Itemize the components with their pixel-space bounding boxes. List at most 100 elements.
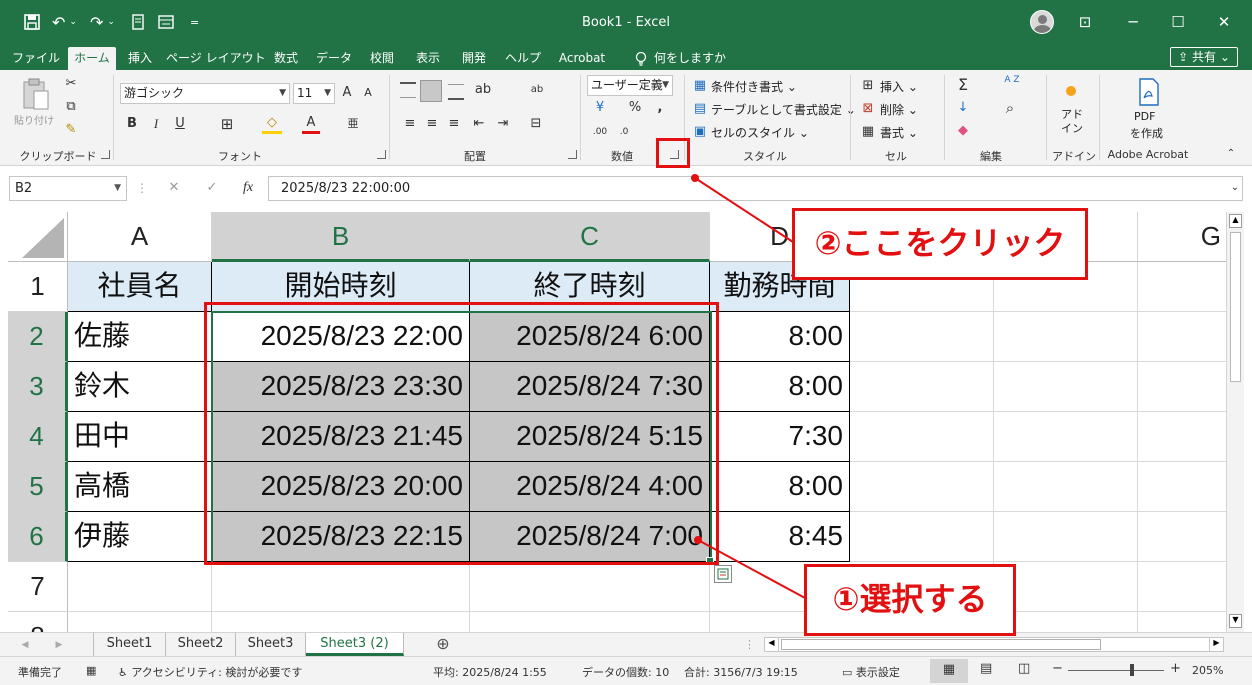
column-header-a[interactable]: A [68, 212, 212, 262]
sort-filter-icon[interactable]: A Z [1000, 75, 1024, 85]
middle-align-icon[interactable] [420, 80, 442, 102]
row-header-2[interactable]: 2 [8, 312, 68, 362]
format-as-table-icon[interactable]: ▤ [692, 99, 708, 119]
bottom-align-icon[interactable] [448, 84, 464, 100]
orientation-icon[interactable]: ab [472, 80, 494, 100]
fill-color-icon[interactable]: ◇ [262, 114, 282, 134]
cell-a6[interactable]: 伊藤 [68, 512, 212, 562]
increase-decimal-icon[interactable]: .00 [590, 122, 610, 142]
font-size-combo[interactable]: 11 ▼ [293, 83, 335, 104]
prev-sheet-icon[interactable]: ◀ [18, 635, 32, 655]
percent-icon[interactable]: % [627, 98, 643, 118]
format-cells-icon[interactable]: ▦ [860, 122, 876, 142]
macro-record-icon[interactable]: ▦ [86, 664, 96, 677]
grow-font-icon[interactable]: A [339, 83, 355, 103]
number-format-combo[interactable]: ユーザー定義 ▼ [587, 75, 673, 96]
display-settings-button[interactable]: ▭ 表示設定 [842, 664, 900, 680]
tab-review[interactable]: 校閲 [362, 47, 402, 70]
sheet-tab-sheet2[interactable]: Sheet2 [166, 633, 236, 656]
copy-icon[interactable]: ⧉ [62, 97, 80, 117]
close-icon[interactable]: ✕ [1212, 10, 1236, 34]
create-pdf-label[interactable]: を作成 [1130, 125, 1163, 141]
tab-file[interactable]: ファイル [10, 47, 62, 70]
cell-a4[interactable]: 田中 [68, 412, 212, 462]
tab-page-layout[interactable]: ページ レイアウト [166, 47, 266, 70]
decrease-decimal-icon[interactable]: .0 [614, 122, 634, 142]
cell-a2[interactable]: 佐藤 [68, 312, 212, 362]
italic-icon[interactable]: I [148, 114, 164, 134]
cell-d5[interactable]: 8:00 [710, 462, 850, 512]
find-select-icon[interactable]: ⌕ [1000, 98, 1020, 118]
row-header-1[interactable]: 1 [8, 262, 68, 312]
tab-view[interactable]: 表示 [408, 47, 448, 70]
scroll-right-icon[interactable]: ▶ [1209, 638, 1223, 651]
sheet-tab-sheet1[interactable]: Sheet1 [94, 633, 166, 656]
maximize-icon[interactable]: ☐ [1166, 10, 1190, 34]
cancel-icon[interactable]: ✕ [164, 178, 184, 198]
font-color-icon[interactable]: A [302, 114, 320, 134]
tab-help[interactable]: ヘルプ [500, 47, 546, 70]
delete-cells-button[interactable]: 削除 ⌄ [880, 101, 918, 118]
addins-icon[interactable] [1066, 86, 1076, 96]
cell-styles-button[interactable]: セルのスタイル ⌄ [711, 124, 809, 141]
select-all-button[interactable] [8, 212, 68, 262]
share-button[interactable]: ⇪ 共有 ⌄ [1170, 47, 1238, 67]
ribbon-display-icon[interactable]: ⊡ [1073, 10, 1097, 34]
paste-label[interactable]: 貼り付け [14, 112, 54, 127]
tab-split-icon[interactable]: ⋮ [744, 635, 755, 655]
scroll-thumb[interactable] [1230, 232, 1241, 382]
addins-button[interactable]: アド イン [1060, 108, 1084, 136]
format-cells-button[interactable]: 書式 ⌄ [880, 124, 918, 141]
cell-d6[interactable]: 8:45 [710, 512, 850, 562]
cell-d2[interactable]: 8:00 [710, 312, 850, 362]
row-header-3[interactable]: 3 [8, 362, 68, 412]
enter-icon[interactable]: ✓ [202, 178, 222, 198]
currency-icon[interactable]: ¥ [590, 98, 610, 118]
format-painter-icon[interactable]: ✎ [62, 120, 80, 140]
tab-developer[interactable]: 開発 [454, 47, 494, 70]
add-sheet-icon[interactable]: ⊕ [432, 634, 454, 654]
cut-icon[interactable]: ✂ [62, 74, 80, 94]
sheet-tab-sheet3[interactable]: Sheet3 [236, 633, 306, 656]
tab-data[interactable]: データ [312, 47, 356, 70]
tab-acrobat[interactable]: Acrobat [552, 47, 612, 70]
insert-function-icon[interactable]: fx [238, 178, 258, 198]
cell-a3[interactable]: 鈴木 [68, 362, 212, 412]
top-align-icon[interactable] [400, 82, 416, 98]
autosum-icon[interactable]: Σ [954, 75, 972, 95]
alignment-launcher-icon[interactable] [568, 150, 577, 159]
name-box[interactable]: B2 ▼ [9, 176, 127, 201]
page-break-view-icon[interactable]: ◫ [1018, 661, 1030, 676]
conditional-format-button[interactable]: 条件付き書式 ⌄ [711, 78, 797, 95]
column-header-g[interactable]: G [1138, 212, 1226, 262]
column-header-b[interactable]: B [212, 212, 470, 262]
increase-indent-icon[interactable]: ⇥ [494, 114, 512, 134]
pdf-icon[interactable] [1138, 78, 1160, 106]
formula-input[interactable]: 2025/8/23 22:00:00 [268, 176, 1243, 201]
shrink-font-icon[interactable]: A [360, 83, 376, 103]
quick-analysis-icon[interactable] [714, 565, 732, 583]
tab-insert[interactable]: 挿入 [120, 47, 160, 70]
align-center-icon[interactable]: ≡ [424, 114, 440, 134]
empty-cells[interactable] [68, 562, 850, 632]
minimize-icon[interactable]: ─ [1121, 10, 1145, 34]
delete-cells-icon[interactable]: ⊠ [860, 99, 876, 119]
cell-a1[interactable]: 社員名 [68, 262, 212, 312]
format-as-table-button[interactable]: テーブルとして書式設定 ⌄ [711, 101, 856, 118]
insert-cells-button[interactable]: 挿入 ⌄ [880, 78, 918, 95]
row-header-6[interactable]: 6 [8, 512, 68, 562]
paste-icon[interactable] [22, 78, 50, 112]
cell-a5[interactable]: 高橋 [68, 462, 212, 512]
zoom-out-icon[interactable]: − [1052, 661, 1063, 676]
sheet-tab-sheet3-2[interactable]: Sheet3 (2) [306, 633, 404, 656]
underline-icon[interactable]: U [172, 114, 188, 134]
zoom-slider-thumb[interactable] [1130, 664, 1134, 676]
font-launcher-icon[interactable] [377, 150, 386, 159]
column-header-c[interactable]: C [470, 212, 710, 262]
page-layout-view-icon[interactable]: ▤ [980, 661, 992, 676]
tell-me-search[interactable]: 何をしますか [654, 47, 726, 70]
comma-icon[interactable]: , [653, 98, 667, 118]
fill-icon[interactable]: ↓ [954, 98, 972, 118]
wrap-text-icon[interactable]: ab [528, 80, 546, 100]
merge-center-icon[interactable]: ⊟ [526, 114, 546, 134]
